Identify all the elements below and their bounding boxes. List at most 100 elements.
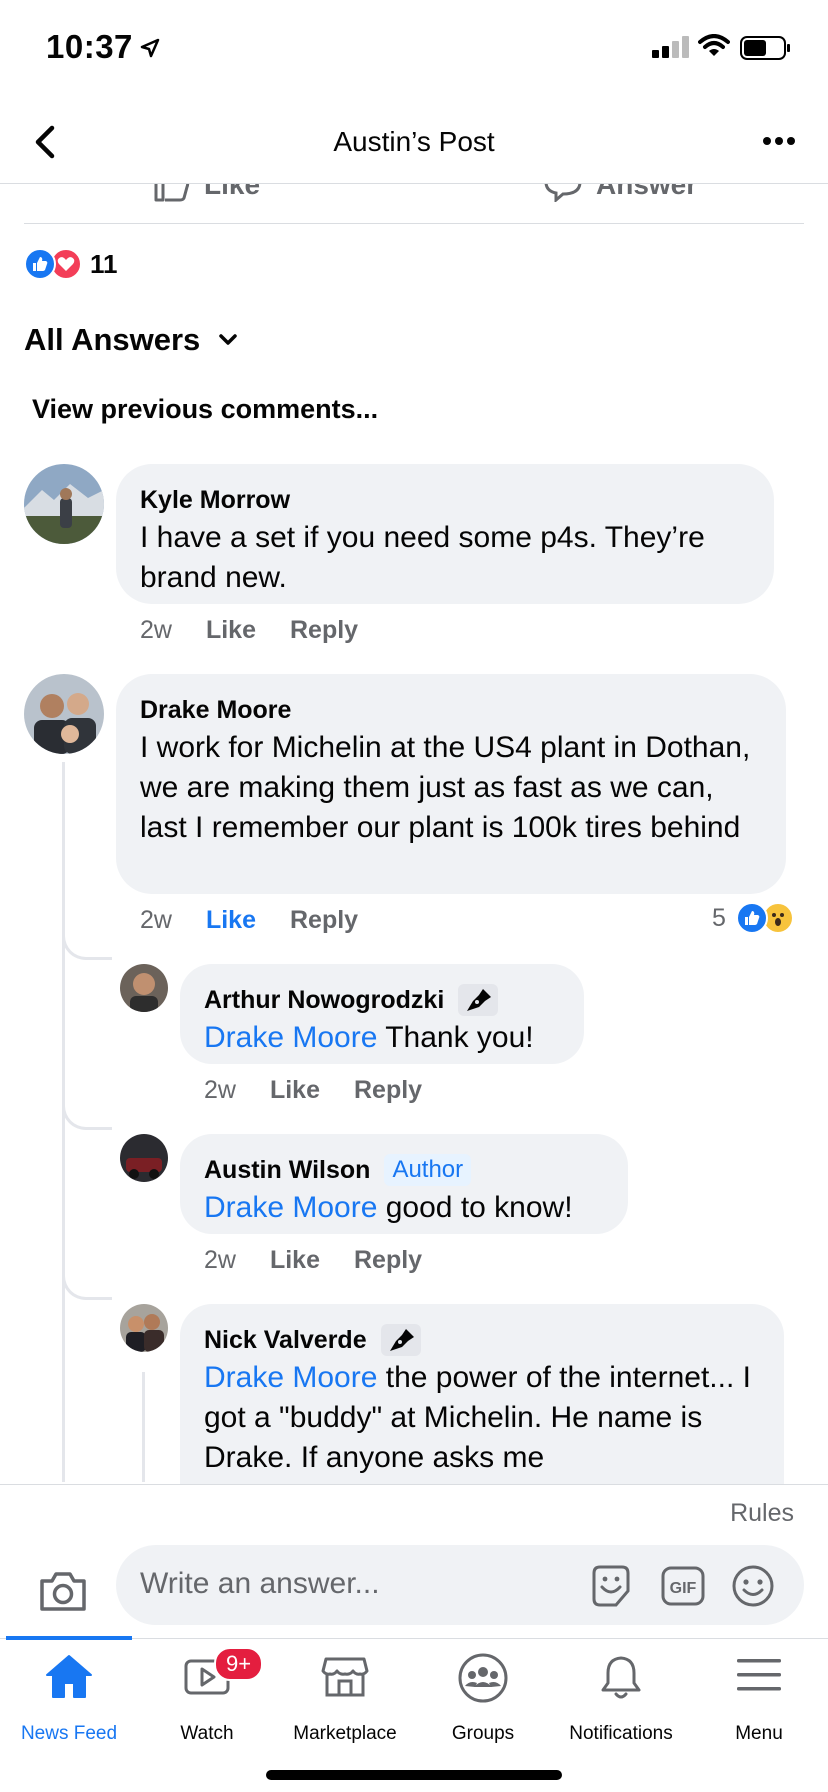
tab-notifications[interactable]: Notifications (552, 1639, 690, 1759)
top-contributor-pen-icon (458, 984, 499, 1016)
thread-line (142, 1372, 145, 1482)
reply-bubble: Austin Wilson Author Drake Moore good to… (180, 1134, 628, 1234)
cellular-signal-icon (652, 36, 689, 58)
post-action-row: Like Answer (24, 184, 804, 224)
comment-reaction-summary[interactable]: 5 (712, 902, 794, 934)
post-answer-button[interactable]: Answer (544, 184, 697, 202)
more-options-icon[interactable] (762, 136, 796, 146)
view-previous-comments-link[interactable]: View previous comments... (32, 394, 378, 425)
reply-text: Drake Moore the power of the internet...… (204, 1358, 760, 1478)
bottom-tab-bar: News Feed 9+ Watch Marketplace Groups No… (0, 1636, 828, 1792)
mention-link[interactable]: Drake Moore (204, 1361, 377, 1394)
thumbs-up-icon (154, 184, 190, 202)
comment-author[interactable]: Kyle Morrow (140, 482, 750, 518)
avatar-arthur-nowogrodzki[interactable] (120, 964, 168, 1012)
comment-text: I work for Michelin at the US4 plant in … (140, 731, 751, 844)
comment-reply-button[interactable]: Reply (290, 906, 358, 935)
hamburger-menu-icon (737, 1659, 781, 1691)
comment-like-button[interactable]: Like (206, 906, 256, 935)
author-badge: Author (384, 1154, 472, 1186)
avatar-kyle-morrow[interactable] (24, 464, 104, 544)
reply-time: 2w (204, 1076, 236, 1104)
thread-line (62, 762, 65, 1482)
rules-link[interactable]: Rules (730, 1499, 794, 1528)
tab-watch[interactable]: 9+ Watch (138, 1639, 276, 1759)
page-title: Austin’s Post (333, 126, 495, 157)
top-contributor-pen-icon (380, 1324, 421, 1356)
sticker-icon[interactable] (588, 1563, 634, 1609)
location-arrow-icon (140, 38, 160, 58)
reply-author[interactable]: Austin Wilson Author (204, 1152, 604, 1188)
tab-menu[interactable]: Menu (690, 1639, 828, 1759)
answers-filter-label: All Answers (24, 322, 201, 357)
post-answer-label: Answer (596, 184, 698, 200)
answer-bubble-icon (544, 184, 582, 202)
avatar-austin-wilson[interactable] (120, 1134, 168, 1182)
reply-author-name: Austin Wilson (204, 1156, 371, 1184)
tab-label: Watch (180, 1723, 234, 1744)
thread-connector (62, 1260, 112, 1300)
reply-like-button[interactable]: Like (270, 1246, 320, 1275)
chevron-down-icon (219, 334, 238, 345)
like-reaction-icon (735, 902, 768, 934)
bell-icon (601, 1656, 641, 1699)
tab-label: Notifications (569, 1723, 673, 1744)
avatar-drake-moore[interactable] (24, 674, 104, 754)
answer-composer: Rules Write an answer... GIF (0, 1484, 828, 1638)
post-like-label: Like (204, 184, 261, 200)
reply-body: Thank you! (377, 1021, 534, 1054)
answers-filter-dropdown[interactable]: All Answers (24, 322, 238, 358)
reply-reply-button[interactable]: Reply (354, 1246, 422, 1275)
answer-input-placeholder: Write an answer... (140, 1567, 380, 1600)
reply-text: Drake Moore good to know! (204, 1188, 604, 1228)
home-indicator[interactable] (266, 1770, 562, 1780)
comment-text: I have a set if you need some p4s. They’… (140, 521, 705, 594)
mention-link[interactable]: Drake Moore (204, 1021, 377, 1054)
reply-author[interactable]: Arthur Nowogrodzki (204, 982, 560, 1018)
tab-label: Marketplace (293, 1723, 397, 1744)
reply-text: Drake Moore Thank you! (204, 1018, 560, 1058)
like-reaction-icon (24, 248, 56, 280)
reactions-count: 11 (90, 248, 118, 279)
comment-reply-button[interactable]: Reply (290, 616, 358, 645)
reply-meta: 2w Like Reply (204, 1246, 422, 1275)
tab-label: News Feed (20, 1723, 118, 1744)
gif-icon[interactable]: GIF (660, 1563, 706, 1609)
tab-marketplace[interactable]: Marketplace (276, 1639, 414, 1759)
tab-label: Menu (735, 1723, 783, 1744)
comment-time: 2w (140, 616, 172, 644)
tab-groups[interactable]: Groups (414, 1639, 552, 1759)
reply-author-name: Nick Valverde (204, 1326, 367, 1354)
reply-reply-button[interactable]: Reply (354, 1076, 422, 1105)
post-reactions[interactable]: 11 (24, 248, 118, 280)
watch-notification-badge: 9+ (214, 1647, 264, 1681)
comment-meta: 2w Like Reply (140, 616, 358, 645)
camera-icon[interactable] (38, 1569, 88, 1613)
comment-bubble: Kyle Morrow I have a set if you need som… (116, 464, 774, 604)
reply-time: 2w (204, 1246, 236, 1274)
thread-connector (62, 920, 112, 960)
comment-author[interactable]: Drake Moore (140, 692, 762, 728)
comment-time: 2w (140, 906, 172, 934)
comment-reaction-count: 5 (712, 903, 726, 932)
reply-meta: 2w Like Reply (204, 1076, 422, 1105)
post-header: Austin’s Post (0, 100, 828, 184)
avatar-nick-valverde[interactable] (120, 1304, 168, 1352)
status-bar: 10:37 (0, 0, 828, 100)
reply-body: good to know! (377, 1191, 573, 1224)
mention-link[interactable]: Drake Moore (204, 1191, 377, 1224)
home-icon (46, 1655, 92, 1698)
reply-like-button[interactable]: Like (270, 1076, 320, 1105)
comment-meta: 2w Like Reply (140, 906, 358, 935)
marketplace-store-icon (321, 1657, 369, 1697)
emoji-icon[interactable] (730, 1563, 776, 1609)
reply-bubble: Arthur Nowogrodzki Drake Moore Thank you… (180, 964, 584, 1064)
comment-like-button[interactable]: Like (206, 616, 256, 645)
answer-input[interactable]: Write an answer... GIF (116, 1545, 804, 1625)
battery-icon (740, 36, 790, 60)
post-like-button[interactable]: Like (154, 184, 260, 202)
comment-bubble: Drake Moore I work for Michelin at the U… (116, 674, 786, 894)
reply-author[interactable]: Nick Valverde (204, 1322, 760, 1358)
reply-author-name: Arthur Nowogrodzki (204, 986, 445, 1014)
tab-news-feed[interactable]: News Feed (0, 1639, 138, 1759)
